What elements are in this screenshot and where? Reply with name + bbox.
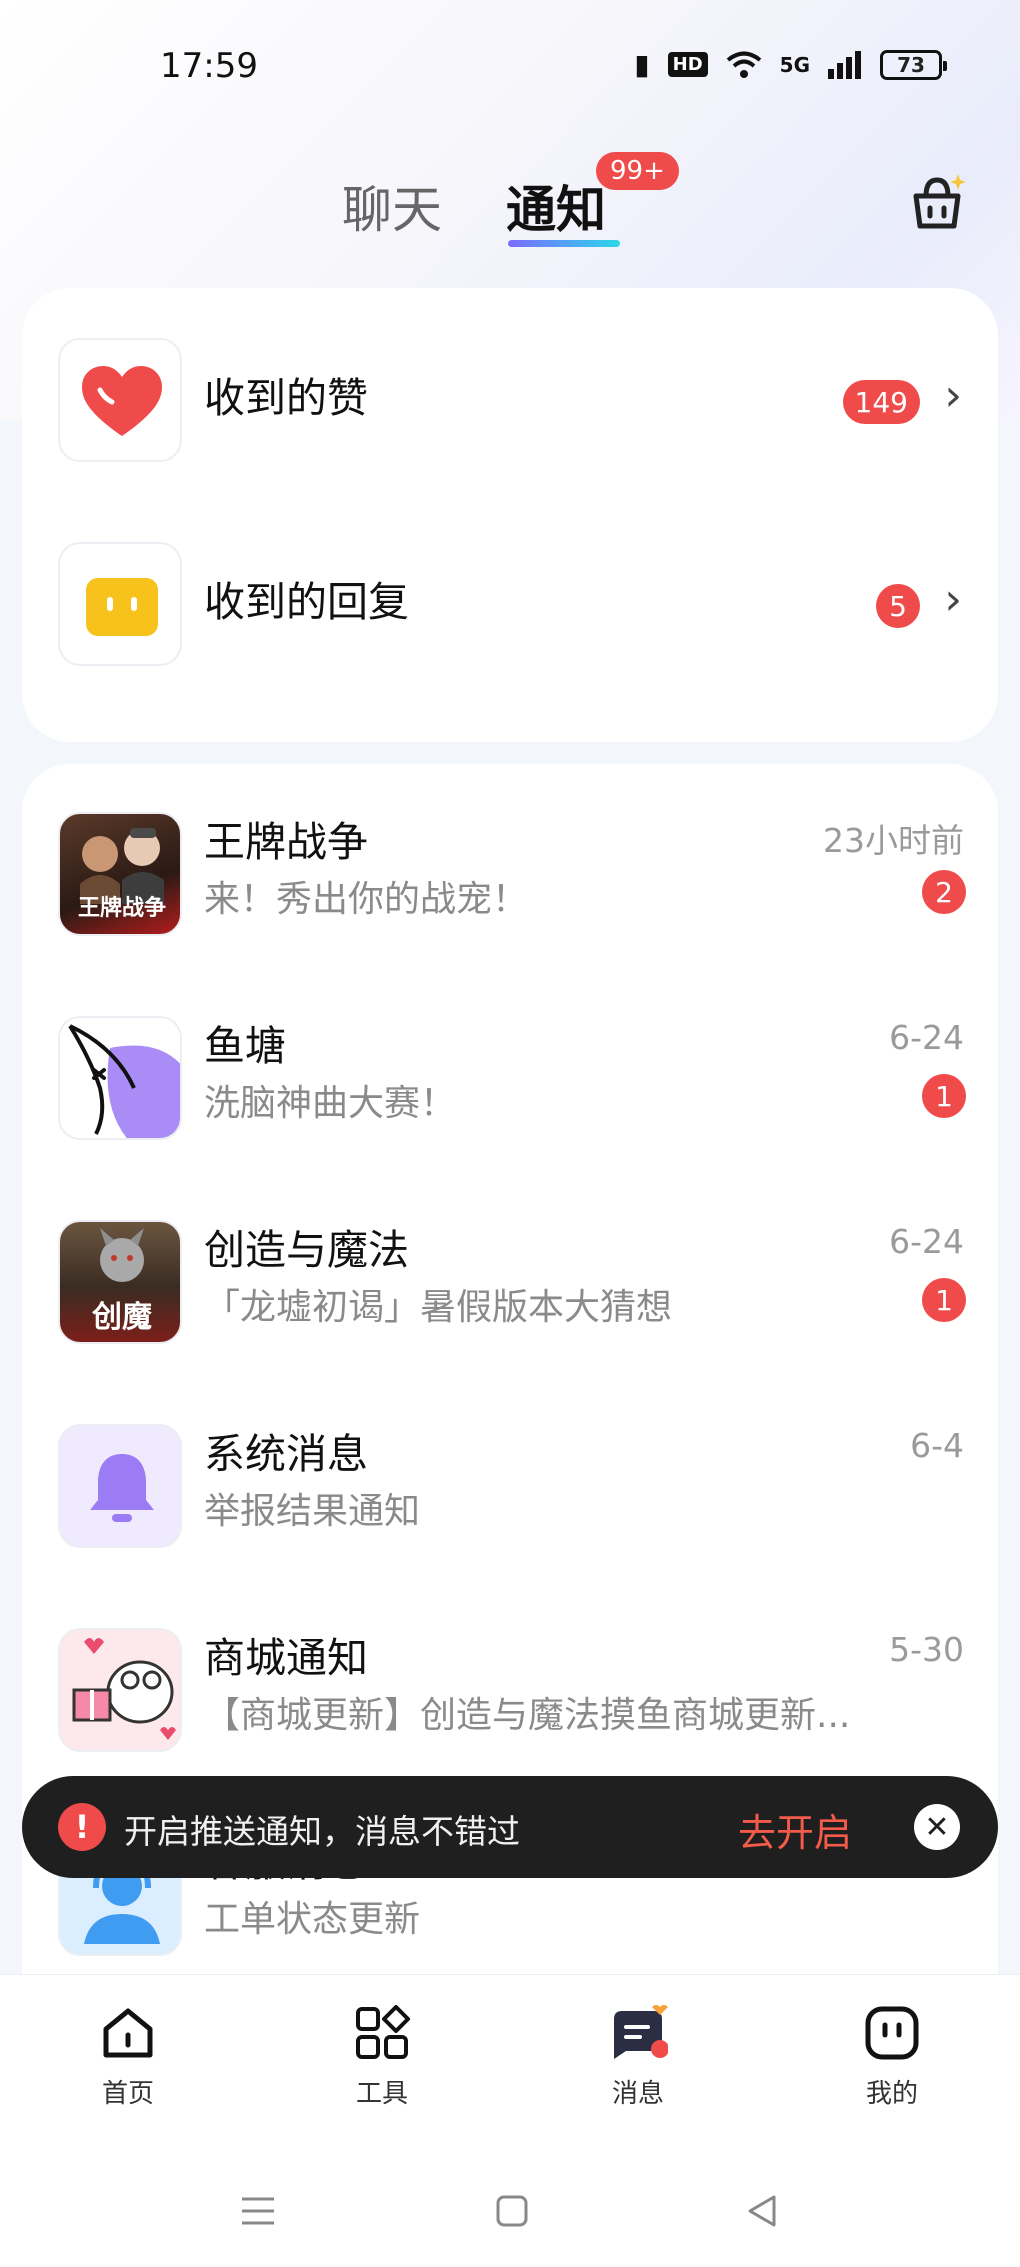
game-avatar-wangpai: 王牌战争 — [58, 812, 182, 936]
notifications-count-badge: 99+ — [596, 152, 679, 190]
fish-icon — [68, 1024, 180, 1138]
tab-notifications[interactable]: 通知 — [506, 170, 606, 242]
item-time: 23小时前 — [823, 821, 964, 860]
item-title: 鱼塘 — [204, 1022, 286, 1070]
list-item-shop[interactable]: 商城通知 【商城更新】创造与魔法摸鱼商城更新... 5-30 — [22, 1620, 998, 1792]
vibrate-icon: ▮ — [634, 48, 650, 81]
nav-home[interactable]: 首页 — [48, 2003, 208, 2110]
nav-profile[interactable]: 我的 — [812, 2003, 972, 2110]
likes-received-title: 收到的赞 — [204, 374, 368, 422]
heart-icon — [82, 366, 162, 436]
chevron-right-icon: › — [944, 574, 962, 625]
item-subtitle: 来！秀出你的战宠！ — [204, 879, 529, 920]
item-title: 创造与魔法 — [204, 1226, 409, 1274]
likes-received-row[interactable]: 收到的赞 149 › — [22, 326, 998, 498]
shop-avatar — [58, 1628, 182, 1752]
item-subtitle: 工单状态更新 — [204, 1899, 421, 1940]
interactions-card: 收到的赞 149 › 收到的回复 5 › — [22, 288, 998, 742]
basket-button[interactable] — [906, 172, 968, 234]
item-subtitle: 「龙墟初谒」暑假版本大猜想 — [204, 1287, 673, 1328]
close-toast-button[interactable]: ✕ — [914, 1804, 960, 1850]
bell-icon — [90, 1454, 154, 1522]
warning-icon: ! — [58, 1803, 106, 1851]
reply-face-icon — [86, 578, 158, 636]
game-icon-wangpai-text: 王牌战争 — [77, 896, 166, 921]
hd-icon: HD — [667, 52, 708, 77]
status-time: 17:59 — [160, 46, 258, 86]
list-item-chuangmo[interactable]: 创魔 创造与魔法 「龙墟初谒」暑假版本大猜想 6-24 1 — [22, 1212, 998, 1384]
active-tab-indicator — [508, 240, 620, 247]
tab-chat[interactable]: 聊天 — [342, 170, 442, 242]
signal-icon — [828, 50, 861, 79]
status-icons: ▮ HD 5G 73 — [634, 48, 947, 81]
fishpond-avatar — [58, 1016, 182, 1140]
status-bar: 17:59 ▮ HD 5G 73 — [0, 0, 1020, 130]
wifi-icon — [726, 51, 761, 78]
item-time: 6-24 — [889, 1222, 964, 1261]
nav-home-label: 首页 — [101, 2079, 154, 2109]
item-title: 商城通知 — [204, 1634, 368, 1682]
item-time: 6-24 — [889, 1018, 964, 1057]
item-time: 6-4 — [910, 1426, 964, 1465]
item-subtitle: 【商城更新】创造与魔法摸鱼商城更新... — [204, 1695, 851, 1736]
nav-tools-label: 工具 — [355, 2079, 408, 2109]
likes-count-badge: 149 — [842, 380, 920, 424]
tools-grid-icon — [356, 2005, 410, 2059]
replies-received-row[interactable]: 收到的回复 5 › — [22, 530, 998, 702]
item-title: 王牌战争 — [204, 818, 368, 866]
profile-face-icon — [865, 2006, 919, 2060]
list-item-wangpai[interactable]: 王牌战争 王牌战争 来！秀出你的战宠！ 23小时前 2 — [22, 804, 998, 976]
nav-messages-label: 消息 — [611, 2079, 664, 2109]
unread-badge: 1 — [922, 1278, 966, 1322]
home-square-icon[interactable] — [492, 2191, 532, 2231]
game-icon-chuangmo-text: 创魔 — [92, 1300, 152, 1335]
chevron-right-icon: › — [944, 370, 962, 421]
replies-received-title: 收到的回复 — [204, 578, 409, 626]
nav-profile-label: 我的 — [865, 2079, 918, 2109]
reply-icon-box — [58, 542, 182, 666]
unread-badge: 2 — [922, 870, 966, 914]
item-subtitle: 举报结果通知 — [204, 1491, 421, 1532]
list-item-system[interactable]: 系统消息 举报结果通知 6-4 — [22, 1416, 998, 1588]
menu-icon[interactable] — [238, 2191, 278, 2231]
back-triangle-icon[interactable] — [742, 2191, 782, 2231]
item-title: 系统消息 — [204, 1430, 368, 1478]
network-type: 5G — [779, 52, 810, 77]
game-avatar-chuangmo: 创魔 — [58, 1220, 182, 1344]
battery-icon: 73 — [880, 49, 947, 80]
basket-icon — [913, 174, 966, 229]
message-icon — [614, 2005, 669, 2059]
close-icon: ✕ — [924, 1809, 950, 1845]
nav-messages[interactable]: 消息 — [558, 2003, 718, 2110]
toast-message: 开启推送通知，消息不错过 — [124, 1812, 520, 1851]
heart-icon-box — [58, 338, 182, 462]
bottom-nav: 首页 工具 消息 我的 — [0, 1974, 1020, 2267]
system-avatar — [58, 1424, 182, 1548]
home-icon — [103, 2008, 153, 2058]
item-time: 5-30 — [889, 1630, 964, 1669]
list-item-yutang[interactable]: 鱼塘 洗脑神曲大赛！ 6-24 1 — [22, 1008, 998, 1180]
push-notification-toast: ! 开启推送通知，消息不错过 去开启 ✕ — [22, 1776, 998, 1878]
shop-mascot-icon — [72, 1638, 176, 1740]
item-subtitle: 洗脑神曲大赛！ — [204, 1083, 457, 1124]
system-navigation-bar — [0, 2181, 1020, 2241]
enable-push-button[interactable]: 去开启 — [738, 1802, 852, 1857]
nav-tools[interactable]: 工具 — [302, 2003, 462, 2110]
unread-badge: 1 — [922, 1074, 966, 1118]
replies-count-badge: 5 — [876, 584, 920, 628]
